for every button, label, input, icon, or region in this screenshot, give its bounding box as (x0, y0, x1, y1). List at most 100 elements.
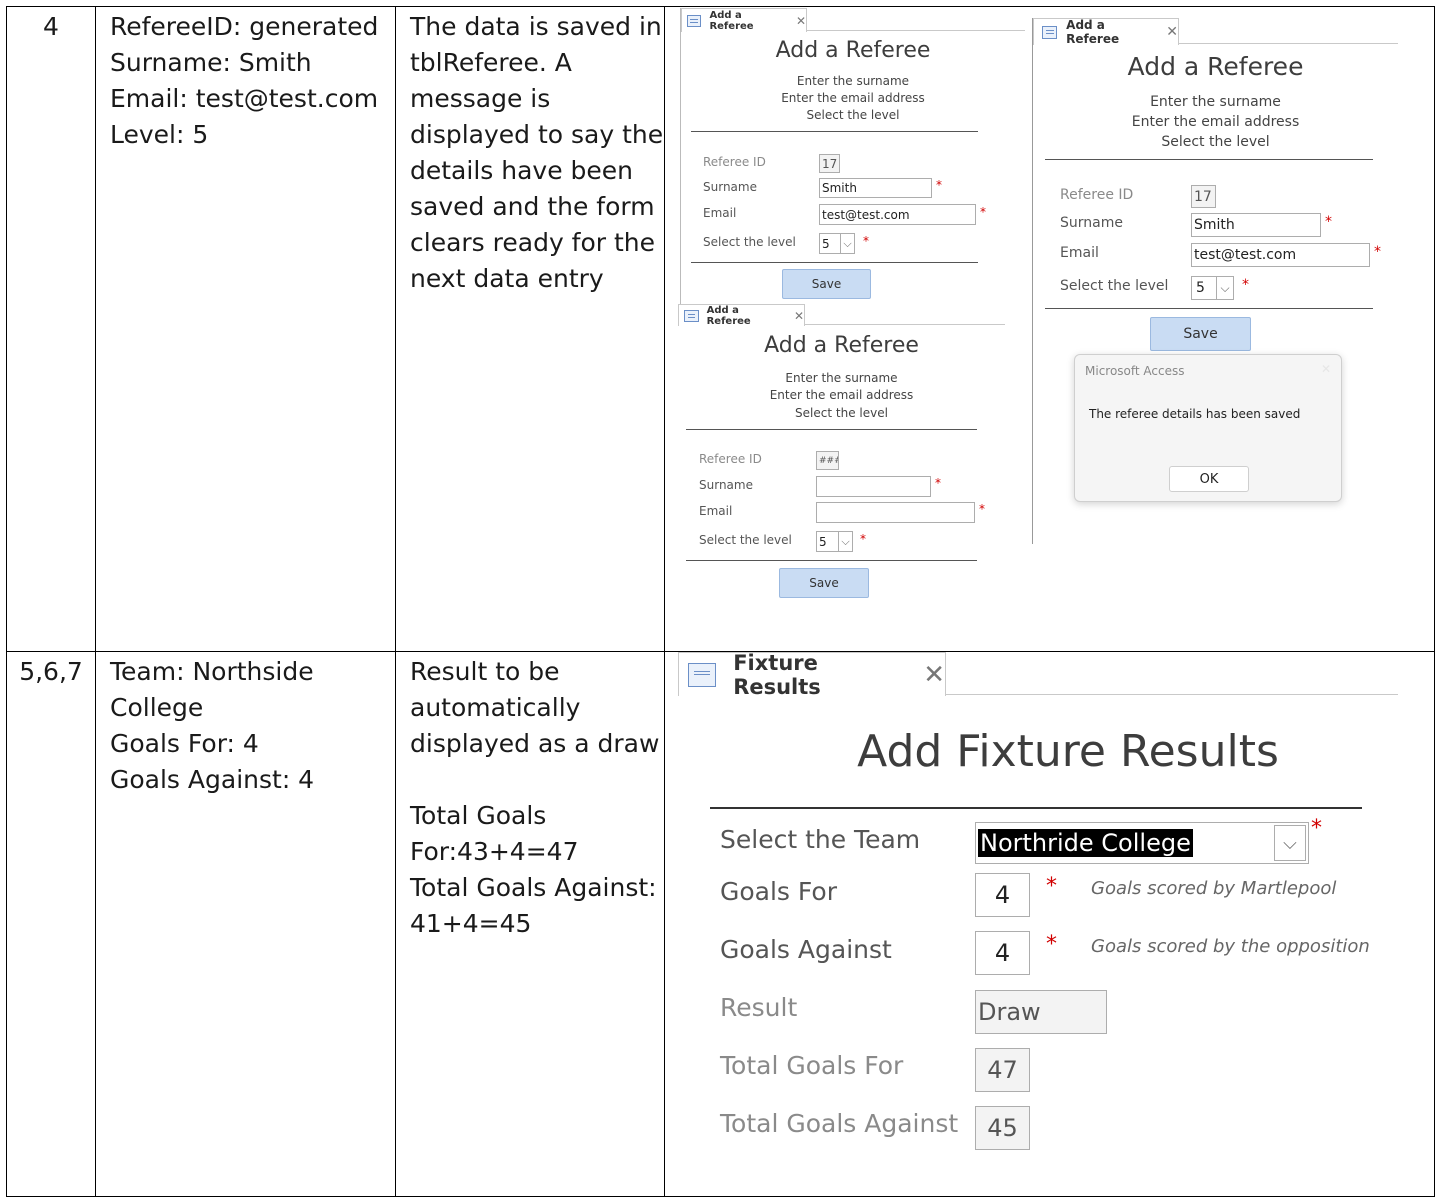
instruction: Enter the email address (781, 91, 925, 105)
instruction: Enter the surname (796, 74, 910, 88)
form-icon (688, 662, 717, 687)
referee-id-field: 17 (1191, 185, 1216, 208)
email-label: Email (699, 504, 733, 518)
divider (691, 262, 978, 263)
divider (1045, 159, 1373, 160)
referee-form-saved: Add a Referee ✕ Add a Referee Enter the … (1032, 18, 1398, 544)
divider (710, 807, 1362, 809)
goals-for-hint: Goals scored by Martlepool (1091, 878, 1337, 899)
required-marker: * (980, 205, 986, 219)
test-number: 4 (43, 12, 59, 41)
close-icon[interactable]: ✕ (1166, 24, 1178, 40)
close-icon[interactable]: ✕ (796, 14, 806, 28)
tab-title: Fixture Results (733, 652, 821, 699)
test-data: RefereeID: generated Surname: Smith Emai… (110, 12, 379, 149)
form-heading: Add Fixture Results (857, 726, 1279, 777)
surname-label: Surname (699, 478, 753, 492)
chevron-down-icon[interactable]: ⌵ (1216, 277, 1233, 299)
required-marker: * (1242, 277, 1249, 293)
close-icon[interactable]: ✕ (1321, 362, 1331, 376)
form-tab[interactable]: Add a Referee ✕ (1033, 18, 1179, 46)
chevron-down-icon[interactable]: ⌵ (1274, 825, 1306, 861)
form-heading: Add a Referee (764, 333, 919, 358)
divider (686, 560, 977, 561)
form-tab[interactable]: Fixture Results ✕ (678, 652, 946, 699)
level-select[interactable]: 5 ⌵ (1191, 276, 1234, 300)
team-label: Select the Team (720, 825, 921, 854)
surname-input[interactable] (816, 476, 931, 497)
tab-title: Add a Referee (1066, 18, 1120, 46)
required-marker: * (936, 178, 942, 192)
required-marker: * (1374, 244, 1381, 260)
email-input[interactable]: test@test.com (819, 204, 976, 225)
email-label: Email (703, 206, 737, 220)
referee-form-filled: Add a Referee ✕ Add a Referee Enter the … (680, 8, 1025, 304)
surname-label: Surname (1060, 215, 1123, 231)
level-label: Select the level (703, 235, 796, 249)
form-tab[interactable]: Add a Referee ✕ (678, 304, 805, 327)
goals-against-label: Goals Against (720, 935, 892, 964)
instruction: Enter the email address (1131, 114, 1300, 130)
form-icon (684, 309, 699, 322)
goals-against-hint: Goals scored by the opposition (1091, 936, 1370, 957)
email-label: Email (1060, 245, 1099, 261)
dialog-title: Microsoft Access (1085, 364, 1185, 378)
expected-result: The data is saved in tblReferee. A messa… (410, 12, 664, 293)
required-marker: * (1046, 874, 1057, 899)
level-label: Select the level (699, 533, 792, 547)
required-marker: * (1311, 816, 1322, 841)
fixture-results-form: Fixture Results ✕ Add Fixture Results Se… (678, 652, 1398, 1196)
surname-input[interactable]: Smith (1191, 213, 1321, 237)
level-label: Select the level (1060, 278, 1169, 294)
required-marker: * (860, 532, 866, 546)
referee-id-label: Referee ID (703, 155, 766, 169)
save-button[interactable]: Save (782, 269, 871, 299)
goals-against-input[interactable]: 4 (975, 931, 1030, 975)
form-icon (1042, 25, 1058, 39)
required-marker: * (1325, 214, 1332, 230)
save-button[interactable]: Save (779, 568, 869, 598)
instruction: Select the level (795, 406, 888, 420)
goals-for-input[interactable]: 4 (975, 873, 1030, 917)
surname-input[interactable]: Smith (819, 178, 932, 198)
referee-form-cleared: Add a Referee ✕ Add a Referee Enter the … (678, 304, 1005, 604)
chevron-down-icon[interactable]: ⌵ (838, 532, 852, 551)
divider (691, 131, 978, 132)
result-label: Result (720, 993, 798, 1022)
level-select[interactable]: 5 ⌵ (816, 531, 853, 552)
referee-id-field: 17 (819, 154, 840, 173)
goals-for-label: Goals For (720, 877, 837, 906)
message-dialog: Microsoft Access ✕ The referee details h… (1074, 354, 1342, 502)
save-button[interactable]: Save (1150, 317, 1251, 351)
instruction: Select the level (1161, 134, 1270, 150)
instruction: Enter the email address (769, 388, 914, 402)
email-input[interactable]: test@test.com (1191, 243, 1370, 267)
divider (1045, 308, 1373, 309)
form-icon (687, 14, 702, 27)
close-icon[interactable]: ✕ (794, 309, 804, 323)
level-value: 5 (822, 236, 830, 251)
form-tab[interactable]: Add a Referee ✕ (681, 8, 807, 32)
ok-button[interactable]: OK (1169, 466, 1249, 492)
close-icon[interactable]: ✕ (923, 660, 945, 690)
required-marker: * (863, 234, 869, 248)
level-value: 5 (1196, 280, 1205, 296)
tab-title: Add a Referee (706, 304, 751, 327)
team-value: Northride College (978, 829, 1193, 857)
level-select[interactable]: 5 ⌵ (819, 233, 855, 254)
email-input[interactable] (816, 502, 975, 523)
chevron-down-icon[interactable]: ⌵ (840, 234, 854, 253)
tab-title: Add a Referee (709, 9, 754, 32)
total-goals-for-field: 47 (975, 1048, 1030, 1092)
total-goals-against-label: Total Goals Against (720, 1109, 959, 1138)
result-field: Draw (975, 990, 1107, 1034)
test-number: 5,6,7 (19, 657, 83, 686)
referee-id-label: Referee ID (1060, 187, 1134, 203)
team-select[interactable]: Northride College ⌵ (975, 822, 1309, 864)
divider (686, 429, 977, 430)
referee-id-field: ### (816, 451, 839, 470)
total-goals-for-label: Total Goals For (720, 1051, 904, 1080)
instruction: Enter the surname (785, 371, 898, 385)
test-data: Team: Northside College Goals For: 4 Goa… (110, 657, 315, 794)
expected-result: Result to be automatically displayed as … (410, 657, 660, 938)
